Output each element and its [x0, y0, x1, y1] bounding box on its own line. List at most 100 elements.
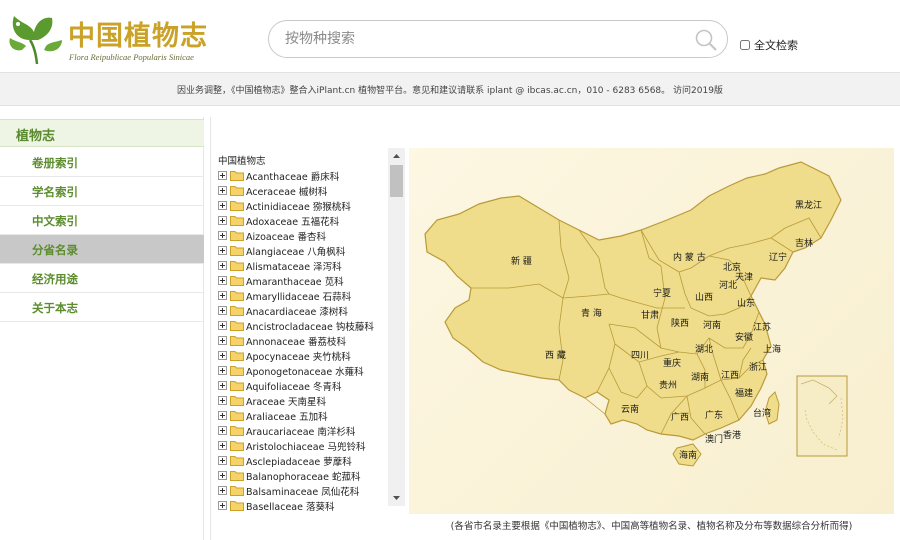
- sidebar-item-scientific-name-index[interactable]: 学名索引: [0, 177, 204, 206]
- tree-node-label[interactable]: Acanthaceae 爵床科: [246, 169, 339, 183]
- expand-plus-icon[interactable]: [218, 261, 227, 270]
- province-hebei[interactable]: 河北: [719, 278, 737, 291]
- site-logo[interactable]: 中国植物志 Flora Reipublicae Popularis Sinica…: [8, 6, 207, 68]
- province-jiangxi[interactable]: 江西: [721, 368, 739, 381]
- province-hubei[interactable]: 湖北: [695, 342, 713, 355]
- tree-node-label[interactable]: Ancistrocladaceae 钩枝藤科: [246, 319, 374, 333]
- tree-node-label[interactable]: Aizoaceae 番杏科: [246, 229, 326, 243]
- province-ningxia[interactable]: 宁夏: [653, 286, 671, 299]
- expand-plus-icon[interactable]: [218, 441, 227, 450]
- province-chongqing[interactable]: 重庆: [663, 356, 681, 369]
- province-shaanxi[interactable]: 陕西: [671, 316, 689, 329]
- expand-plus-icon[interactable]: [218, 246, 227, 255]
- sidebar-item-province-list[interactable]: 分省名录: [0, 235, 204, 264]
- province-guangxi[interactable]: 广西: [671, 410, 689, 423]
- fulltext-label: 全文检索: [754, 39, 798, 52]
- province-liaoning[interactable]: 辽宁: [769, 250, 787, 263]
- expand-plus-icon[interactable]: [218, 351, 227, 360]
- province-anhui[interactable]: 安徽: [735, 330, 753, 343]
- tree-node-label[interactable]: Annonaceae 番荔枝科: [246, 334, 346, 348]
- province-xinjiang[interactable]: 新 疆: [511, 254, 532, 267]
- province-neimenggu[interactable]: 内 蒙 古: [673, 250, 706, 263]
- scroll-thumb[interactable]: [390, 165, 403, 197]
- province-gansu[interactable]: 甘肃: [641, 308, 659, 321]
- expand-plus-icon[interactable]: [218, 366, 227, 375]
- tree-node-label[interactable]: Aristolochiaceae 马兜铃科: [246, 439, 365, 453]
- search-icon[interactable]: [693, 27, 719, 53]
- province-shanghai[interactable]: 上海: [763, 342, 781, 355]
- province-shandong[interactable]: 山东: [737, 296, 755, 309]
- expand-plus-icon[interactable]: [218, 336, 227, 345]
- tree-node-label[interactable]: Anacardiaceae 漆树科: [246, 304, 348, 318]
- province-jiangsu[interactable]: 江苏: [753, 320, 771, 333]
- fulltext-option[interactable]: 全文检索: [740, 37, 798, 53]
- province-yunnan[interactable]: 云南: [621, 402, 639, 415]
- tree-node-label[interactable]: Alismataceae 泽泻科: [246, 259, 342, 273]
- expand-plus-icon[interactable]: [218, 411, 227, 420]
- tree-node-label[interactable]: Actinidiaceae 猕猴桃科: [246, 199, 351, 213]
- china-mainland-shape[interactable]: [424, 161, 842, 441]
- tree-node-label[interactable]: Aquifoliaceae 冬青科: [246, 379, 342, 393]
- tree-node-label[interactable]: Araucariaceae 南洋杉科: [246, 424, 355, 438]
- tree-node-label[interactable]: Basellaceae 落葵科: [246, 499, 335, 512]
- search-input[interactable]: [285, 29, 685, 49]
- china-province-map[interactable]: 黑龙江 吉林 辽宁 内 蒙 古 新 疆 北京 天津 河北 山西 山东 宁夏 甘肃…: [409, 148, 894, 514]
- expand-plus-icon[interactable]: [218, 396, 227, 405]
- province-taiwan[interactable]: 台湾: [753, 406, 771, 419]
- tree-node-label[interactable]: Balsaminaceae 凤仙花科: [246, 484, 359, 498]
- expand-plus-icon[interactable]: [218, 231, 227, 240]
- province-shanxi[interactable]: 山西: [695, 290, 713, 303]
- tree-node-label[interactable]: Araliaceae 五加科: [246, 409, 328, 423]
- province-jilin[interactable]: 吉林: [795, 236, 813, 249]
- expand-plus-icon[interactable]: [218, 171, 227, 180]
- scroll-up-arrow-icon[interactable]: [388, 148, 405, 163]
- tree-node-label[interactable]: Amaryllidaceae 石蒜科: [246, 289, 351, 303]
- tree-node-label[interactable]: Asclepiadaceae 萝藦科: [246, 454, 352, 468]
- province-henan[interactable]: 河南: [703, 318, 721, 331]
- tree-node-label[interactable]: Balanophoraceae 蛇菰科: [246, 469, 360, 483]
- expand-plus-icon[interactable]: [218, 426, 227, 435]
- expand-plus-icon[interactable]: [218, 501, 227, 510]
- province-fujian[interactable]: 福建: [735, 386, 753, 399]
- province-guangdong[interactable]: 广东: [705, 408, 723, 421]
- province-heilongjiang[interactable]: 黑龙江: [795, 198, 822, 211]
- province-macau[interactable]: 澳门: [705, 432, 723, 445]
- province-hongkong[interactable]: 香港: [723, 428, 741, 441]
- expand-plus-icon[interactable]: [218, 216, 227, 225]
- south-china-sea-inset[interactable]: [796, 375, 848, 457]
- sidebar-item-chinese-index[interactable]: 中文索引: [0, 206, 204, 235]
- tree-node-label[interactable]: Amaranthaceae 苋科: [246, 274, 344, 288]
- tree-node-label[interactable]: Araceae 天南星科: [246, 394, 326, 408]
- tree-root[interactable]: 中国植物志: [218, 153, 266, 167]
- expand-plus-icon[interactable]: [218, 201, 227, 210]
- province-hainan[interactable]: 海南: [679, 448, 697, 461]
- sidebar-item-volume-index[interactable]: 卷册索引: [0, 148, 204, 177]
- tree-node-label[interactable]: Alangiaceae 八角枫科: [246, 244, 345, 258]
- expand-plus-icon[interactable]: [218, 291, 227, 300]
- expand-plus-icon[interactable]: [218, 276, 227, 285]
- sidebar-item-economic-use[interactable]: 经济用途: [0, 264, 204, 293]
- province-sichuan[interactable]: 四川: [631, 348, 649, 361]
- province-hunan[interactable]: 湖南: [691, 370, 709, 383]
- expand-plus-icon[interactable]: [218, 486, 227, 495]
- notice-text[interactable]: 因业务调整，《中国植物志》整合入iPlant.cn 植物智平台。意见和建议请联系…: [0, 83, 900, 96]
- scroll-down-arrow-icon[interactable]: [388, 491, 405, 506]
- tree-node-label[interactable]: Apocynaceae 夹竹桃科: [246, 349, 351, 363]
- expand-plus-icon[interactable]: [218, 321, 227, 330]
- province-guizhou[interactable]: 贵州: [659, 378, 677, 391]
- fulltext-checkbox[interactable]: [740, 40, 750, 50]
- tree-node-label[interactable]: Adoxaceae 五福花科: [246, 214, 339, 228]
- province-qinghai[interactable]: 青 海: [581, 306, 602, 319]
- province-xizang[interactable]: 西 藏: [545, 348, 566, 361]
- province-tianjin[interactable]: 天津: [735, 270, 753, 283]
- expand-plus-icon[interactable]: [218, 186, 227, 195]
- tree-node-label[interactable]: Aceraceae 槭树科: [246, 184, 327, 198]
- tree-scrollbar[interactable]: [388, 148, 405, 506]
- expand-plus-icon[interactable]: [218, 471, 227, 480]
- tree-node-label[interactable]: Aponogetonaceae 水蕹科: [246, 364, 364, 378]
- expand-plus-icon[interactable]: [218, 381, 227, 390]
- sidebar-item-about[interactable]: 关于本志: [0, 293, 204, 322]
- expand-plus-icon[interactable]: [218, 306, 227, 315]
- expand-plus-icon[interactable]: [218, 456, 227, 465]
- province-zhejiang[interactable]: 浙江: [749, 360, 767, 373]
